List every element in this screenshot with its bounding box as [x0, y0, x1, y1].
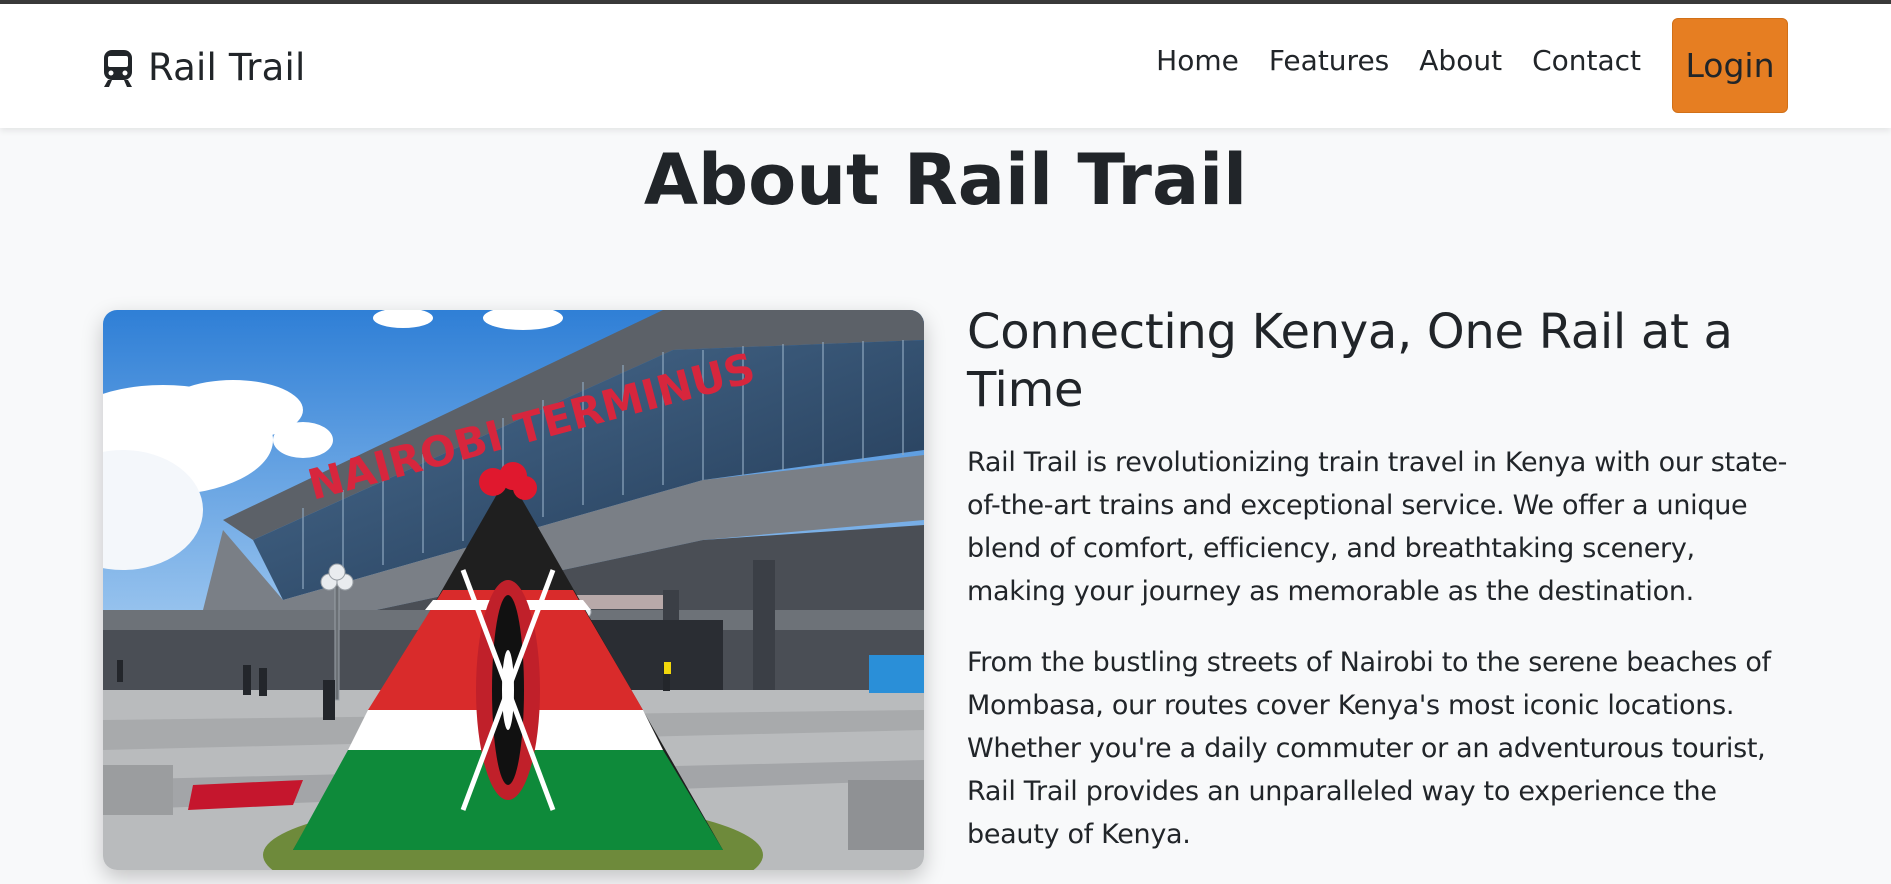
brand-link[interactable]: Rail Trail: [102, 48, 306, 88]
station-photo: NAIROBI TERMINUS: [103, 310, 924, 870]
nav-link-features[interactable]: Features: [1269, 44, 1389, 77]
navbar: Rail Trail Home Features About Contact L…: [0, 4, 1891, 128]
about-paragraph-2: From the bustling streets of Nairobi to …: [967, 647, 1771, 850]
nav-link-home[interactable]: Home: [1156, 44, 1239, 77]
about-paragraph-1: Rail Trail is revolutionizing train trav…: [967, 447, 1788, 607]
station-illustration: NAIROBI TERMINUS: [103, 310, 924, 870]
nav-links: Home Features About Contact: [1156, 42, 1641, 78]
nav-link-contact[interactable]: Contact: [1532, 44, 1641, 77]
about-subtitle: Connecting Kenya, One Rail at a Time: [967, 304, 1733, 418]
about-content: Connecting Kenya, One Rail at a Time Rai…: [967, 303, 1792, 884]
nav-link-about[interactable]: About: [1419, 44, 1502, 77]
train-icon: [104, 50, 132, 87]
brand-name: Rail Trail: [148, 46, 306, 89]
page-title: About Rail Trail: [643, 139, 1248, 221]
login-button[interactable]: Login: [1672, 18, 1788, 113]
